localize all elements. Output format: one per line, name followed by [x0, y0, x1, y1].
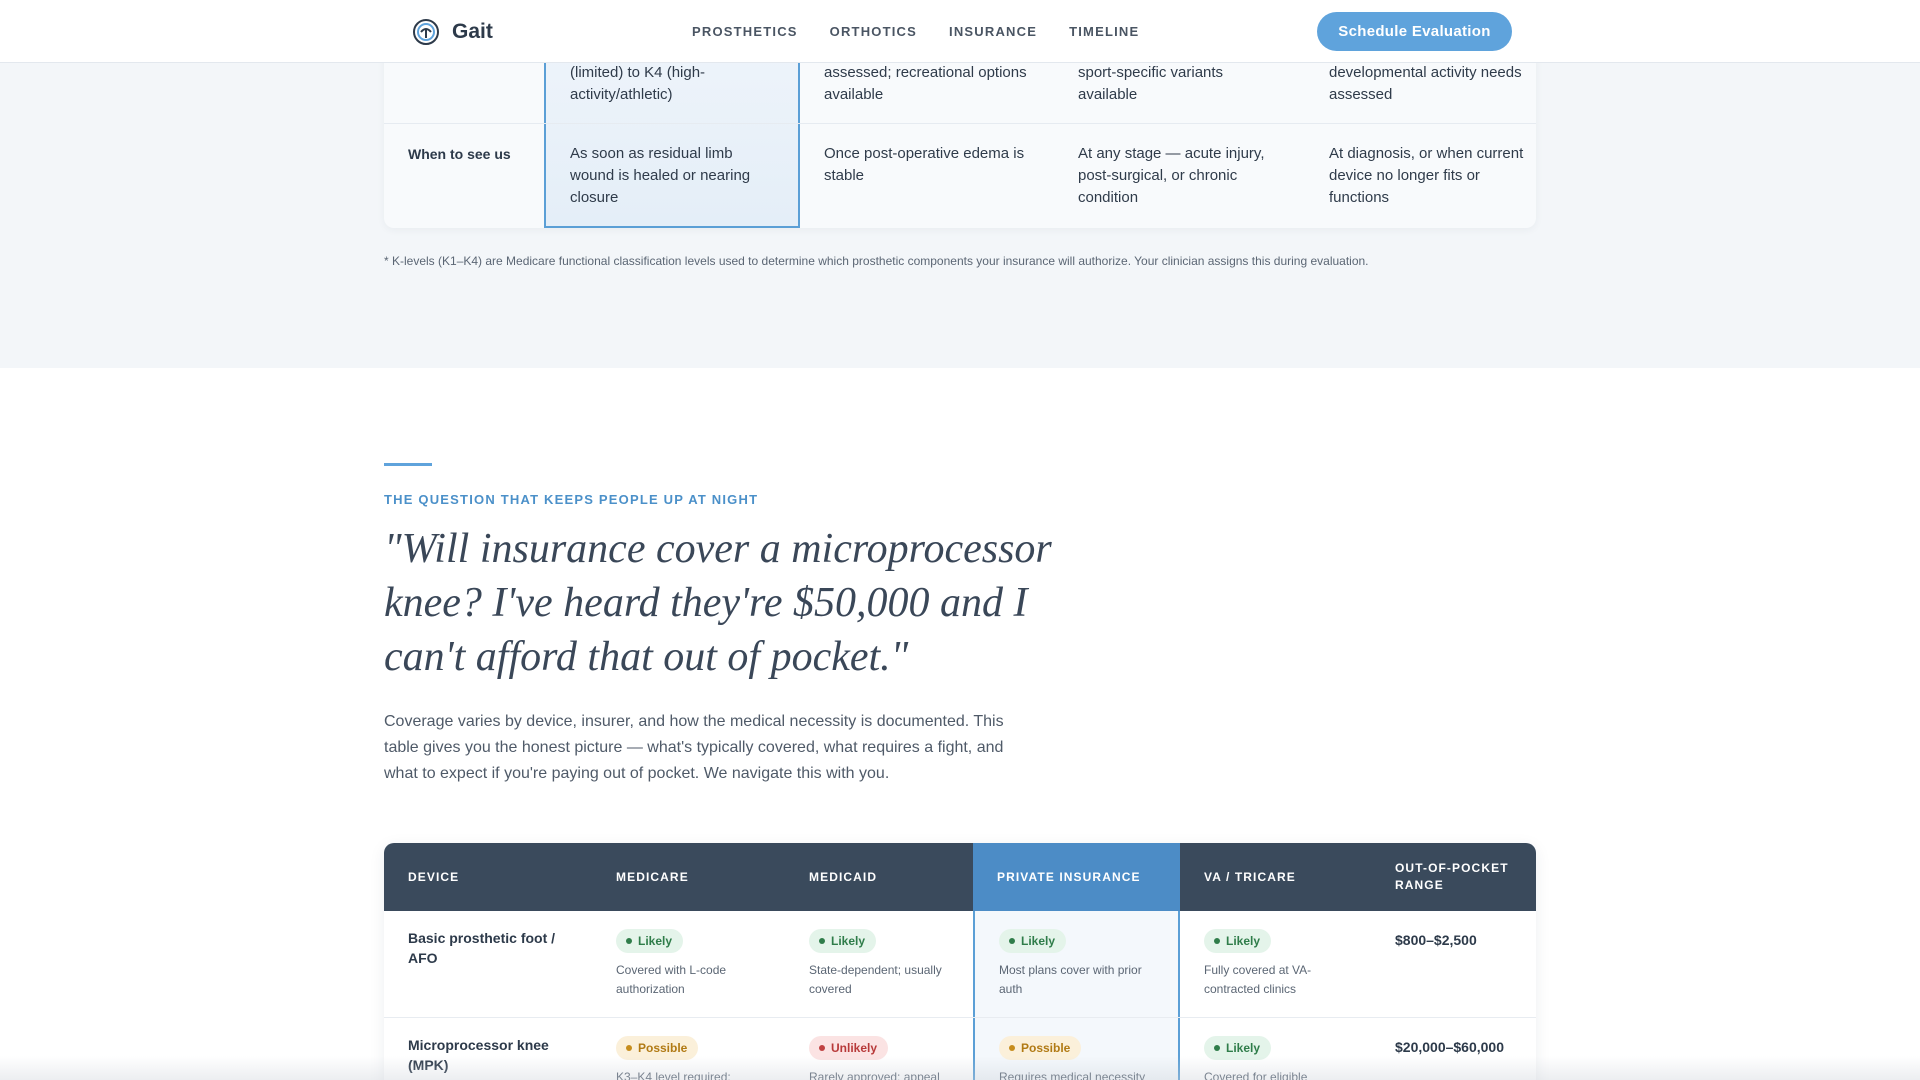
nav-link-insurance[interactable]: INSURANCE	[949, 24, 1037, 39]
status-label: Likely	[1226, 1041, 1261, 1055]
status-badge: Likely	[999, 929, 1067, 953]
status-badge: Unlikely	[809, 1036, 889, 1060]
k-level-footnote: * K-levels (K1–K4) are Medicare function…	[384, 254, 1369, 268]
section-accent-rule	[384, 463, 432, 466]
header-va-tricare: VA / TRICARE	[1204, 869, 1296, 884]
status-badge: Likely	[1204, 1036, 1272, 1060]
coverage-note: Most plans cover with prior auth	[999, 963, 1142, 996]
table-row-device: Basic prosthetic foot / AFO	[408, 930, 556, 966]
coverage-note: Covered with L-code authorization	[616, 963, 727, 996]
brand-name: Gait	[452, 20, 493, 43]
brand-logo[interactable]: Gait	[412, 18, 493, 46]
status-dot-icon	[626, 938, 632, 944]
header-medicaid: MEDICAID	[809, 869, 878, 884]
coverage-table: DEVICE MEDICARE MEDICAID PRIVATE INSURAN…	[384, 843, 1536, 1080]
nav-link-timeline[interactable]: TIMELINE	[1069, 24, 1139, 39]
header-out-of-pocket: OUT-OF-POCKET RANGE	[1395, 861, 1509, 892]
status-dot-icon	[1009, 938, 1015, 944]
status-label: Likely	[1021, 934, 1056, 948]
coverage-note: Rarely approved; appeal	[809, 1070, 940, 1080]
nav-links: PROSTHETICS ORTHOTICS INSURANCE TIMELINE	[692, 24, 1171, 39]
comparison-cell: Once post-operative edema is stable	[824, 145, 1025, 184]
when-to-see-us-label: When to see us	[408, 146, 511, 162]
coverage-note: Covered for eligible	[1204, 1070, 1308, 1080]
header-private-insurance: PRIVATE INSURANCE	[973, 843, 1180, 911]
comparison-cell: developmental activity needs assessed	[1329, 64, 1522, 103]
status-dot-icon	[819, 1045, 825, 1051]
comparison-cell: (limited) to K4 (high-activity/athletic)	[570, 64, 706, 103]
header-device: DEVICE	[408, 869, 460, 884]
status-dot-icon	[626, 1045, 632, 1051]
status-label: Likely	[831, 934, 866, 948]
out-of-pocket-range: $800–$2,500	[1395, 932, 1477, 948]
coverage-note: K3–K4 level required;	[616, 1070, 731, 1080]
table-row-divider	[384, 1017, 1536, 1018]
comparison-cell: assessed; recreational options available	[824, 64, 1027, 103]
insurance-quote: "Will insurance cover a microprocessor k…	[384, 526, 1052, 680]
coverage-note: Requires medical necessity	[999, 1070, 1146, 1080]
status-dot-icon	[1009, 1045, 1015, 1051]
section-eyebrow: THE QUESTION THAT KEEPS PEOPLE UP AT NIG…	[384, 492, 759, 507]
nav-link-prosthetics[interactable]: PROSTHETICS	[692, 24, 798, 39]
schedule-evaluation-button[interactable]: Schedule Evaluation	[1317, 12, 1512, 51]
comparison-cell: At any stage — acute injury, post-surgic…	[1078, 145, 1265, 206]
comparison-cell: As soon as residual limb wound is healed…	[570, 145, 751, 206]
status-dot-icon	[1214, 938, 1220, 944]
status-badge: Likely	[809, 929, 877, 953]
status-badge: Likely	[1204, 929, 1272, 953]
header-medicare: MEDICARE	[616, 869, 689, 884]
status-label: Likely	[1226, 934, 1261, 948]
status-label: Possible	[638, 1041, 688, 1055]
status-dot-icon	[819, 938, 825, 944]
status-label: Possible	[1021, 1041, 1071, 1055]
status-label: Likely	[638, 934, 673, 948]
status-label: Unlikely	[831, 1041, 878, 1055]
table-row-device: Microprocessor knee (MPK)	[408, 1037, 549, 1073]
status-badge: Possible	[999, 1036, 1082, 1060]
insurance-intro: Coverage varies by device, insurer, and …	[384, 713, 1004, 782]
top-navbar: Gait PROSTHETICS ORTHOTICS INSURANCE TIM…	[0, 0, 1920, 63]
out-of-pocket-range: $20,000–$60,000	[1395, 1039, 1504, 1055]
comparison-cell: At diagnosis, or when current device no …	[1329, 145, 1524, 206]
comparison-cell: sport-specific variants available	[1078, 64, 1224, 103]
coverage-note: Fully covered at VA-contracted clinics	[1204, 963, 1312, 996]
comparison-row-divider	[384, 123, 1536, 124]
gait-logo-icon	[413, 19, 439, 45]
coverage-note: State-dependent; usually covered	[809, 963, 942, 996]
status-dot-icon	[1214, 1045, 1220, 1051]
status-badge: Possible	[616, 1036, 699, 1060]
status-badge: Likely	[616, 929, 684, 953]
nav-link-orthotics[interactable]: ORTHOTICS	[830, 24, 917, 39]
